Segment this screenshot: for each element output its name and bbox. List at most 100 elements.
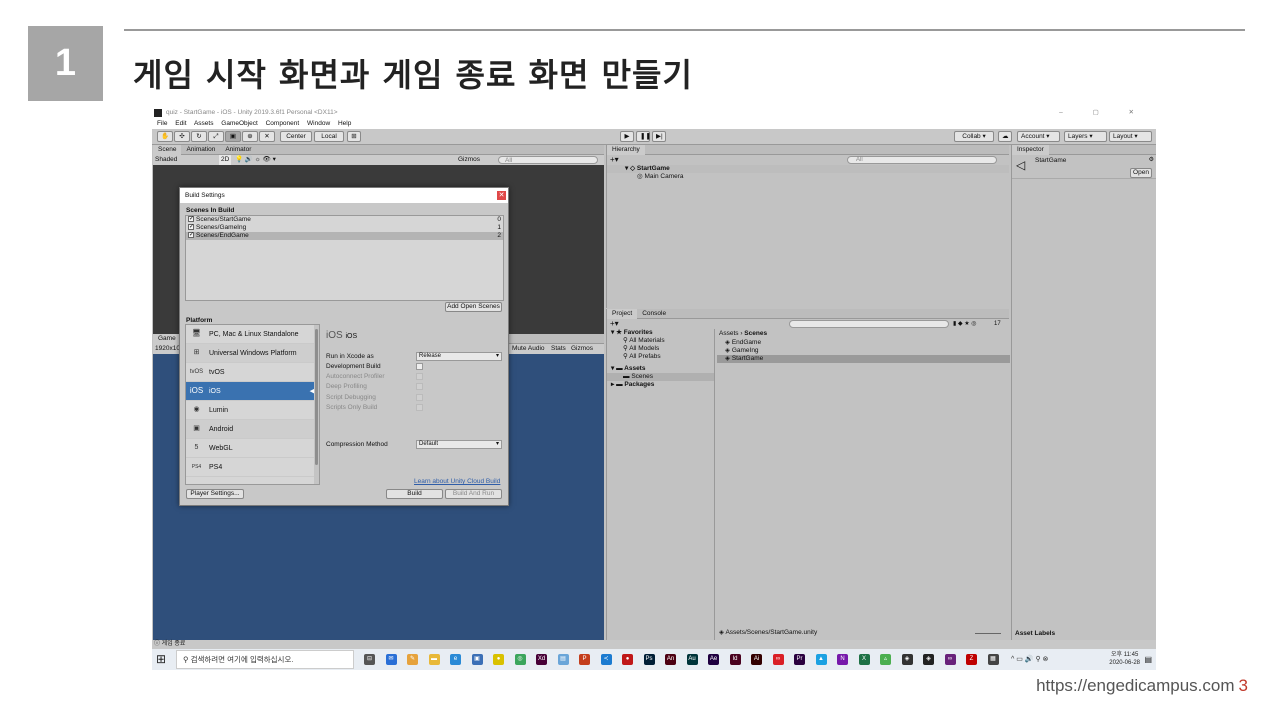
play-button-icon[interactable]: ▶: [620, 131, 634, 142]
packages-folder[interactable]: ▸ ▬ Packages: [607, 381, 714, 389]
favorites-folder[interactable]: ▾ ★ Favorites: [607, 329, 714, 337]
scene-row[interactable]: ✓ Scenes/StartGame 0: [186, 216, 503, 224]
menu-assets[interactable]: Assets: [194, 120, 214, 127]
record-icon[interactable]: ●: [622, 654, 633, 665]
custom-tool-icon[interactable]: ✕: [259, 131, 275, 142]
mode-2d-toggle[interactable]: 2D: [219, 155, 232, 165]
scene-row[interactable]: ✓ Scenes/GameIng 1: [186, 224, 503, 232]
vscode-icon[interactable]: ≺: [600, 654, 612, 665]
platform-item[interactable]: 🖥 PC, Mac & Linux Standalone: [186, 325, 319, 344]
platform-item[interactable]: ◉ Lumin: [186, 401, 319, 420]
layers-dropdown[interactable]: Layers ▾: [1064, 131, 1107, 142]
animate-icon[interactable]: An: [665, 654, 676, 665]
add-icon[interactable]: +▾: [610, 155, 619, 165]
scrollbar-thumb[interactable]: [315, 329, 318, 465]
account-dropdown[interactable]: Account ▾: [1017, 131, 1060, 142]
pivot-center-button[interactable]: Center: [280, 131, 312, 142]
platform-item[interactable]: 5 WebGL: [186, 439, 319, 458]
cloud-icon[interactable]: ☁: [998, 131, 1012, 142]
step-button-icon[interactable]: ▶|: [652, 131, 666, 142]
platform-item[interactable]: ⊞ Universal Windows Platform: [186, 344, 319, 363]
build-button[interactable]: Build: [386, 489, 443, 499]
platform-item-selected[interactable]: iOS iOS ◀: [186, 382, 319, 401]
menu-component[interactable]: Component: [266, 120, 300, 127]
tab-scene[interactable]: Scene: [153, 145, 182, 155]
layout-dropdown[interactable]: Layout ▾: [1109, 131, 1152, 142]
file-item[interactable]: ◈ GameIng: [717, 347, 1010, 355]
zoom-slider[interactable]: [975, 633, 1001, 634]
tab-project[interactable]: Project: [607, 309, 638, 319]
project-filter-icons[interactable]: ▮ ◆ ★ ◎: [953, 319, 977, 329]
rect-tool-icon[interactable]: ▣: [225, 131, 241, 142]
collab-button[interactable]: Collab ▾: [954, 131, 994, 142]
compression-method-dropdown[interactable]: Default ▾: [416, 440, 502, 449]
close-icon[interactable]: ✕: [497, 191, 506, 200]
scene-search-input[interactable]: All: [498, 156, 598, 164]
checkbox-icon[interactable]: ✓: [188, 232, 194, 239]
photoshop-icon[interactable]: Ps: [643, 654, 655, 665]
audition-icon[interactable]: Au: [686, 654, 698, 665]
hierarchy-search-input[interactable]: All: [847, 156, 997, 164]
breadcrumb-scenes[interactable]: Scenes: [744, 330, 767, 337]
kakaotalk-icon[interactable]: ●: [493, 654, 504, 665]
onenote-icon[interactable]: N: [837, 654, 848, 665]
file-item-selected[interactable]: ◈ StartGame: [717, 355, 1010, 363]
build-and-run-button[interactable]: Build And Run: [445, 489, 502, 499]
chrome-icon[interactable]: ◎: [514, 654, 526, 665]
scenes-folder[interactable]: ▬ Scenes: [607, 373, 714, 381]
scale-tool-icon[interactable]: ⤢: [208, 131, 224, 142]
snap-icon[interactable]: ⊞: [347, 131, 361, 142]
add-open-scenes-button[interactable]: Add Open Scenes: [445, 302, 502, 312]
photos-icon[interactable]: ▣: [471, 654, 483, 665]
game-gizmos-button[interactable]: Gizmos: [571, 344, 593, 354]
system-tray-icons[interactable]: ^ ▭ 🔊 ⚲ ⊗: [1011, 655, 1048, 663]
taskbar-clock[interactable]: 오후 11:45 2020-06-28: [1109, 651, 1140, 667]
mute-audio-button[interactable]: Mute Audio: [512, 344, 545, 354]
cc-icon[interactable]: ∞: [772, 654, 784, 665]
rotate-tool-icon[interactable]: ↻: [191, 131, 207, 142]
platform-item[interactable]: tvOS tvOS: [186, 363, 319, 382]
scene-toggles-icon[interactable]: 💡 🔊 ☼ 👁 ▾: [235, 155, 276, 165]
hierarchy-scene-row[interactable]: ▾ ◇ StartGame: [607, 165, 1009, 173]
window-controls[interactable]: – ▢ ✕: [1059, 107, 1148, 119]
unity-icon[interactable]: ◈: [923, 654, 934, 665]
favorite-item[interactable]: ⚲ All Materials: [607, 337, 714, 345]
move-tool-icon[interactable]: ✣: [174, 131, 190, 142]
powerpoint-icon[interactable]: P: [579, 654, 590, 665]
taskbar-search-input[interactable]: ⚲ 검색하려면 여기에 입력하십시오.: [176, 650, 354, 669]
menu-help[interactable]: Help: [338, 120, 351, 127]
gizmos-dropdown[interactable]: Gizmos: [458, 155, 480, 165]
transform-tool-icon[interactable]: ⊕: [242, 131, 258, 142]
app2-icon[interactable]: ▵: [880, 654, 891, 665]
mail-icon[interactable]: ✉: [385, 654, 397, 665]
stats-button[interactable]: Stats: [551, 344, 566, 354]
platform-item[interactable]: ▣ Android: [186, 420, 319, 439]
file-item[interactable]: ◈ EndGame: [717, 339, 1010, 347]
indesign-icon[interactable]: Id: [729, 654, 741, 665]
hand-tool-icon[interactable]: ✋: [157, 131, 173, 142]
xd-icon[interactable]: Xd: [536, 654, 547, 665]
menu-gameobject[interactable]: GameObject: [221, 120, 258, 127]
pause-button-icon[interactable]: ❚❚: [636, 131, 651, 142]
ie-icon[interactable]: e: [450, 654, 461, 665]
open-button[interactable]: Open: [1130, 168, 1152, 178]
notepad-icon[interactable]: ▤: [557, 654, 569, 665]
project-add-icon[interactable]: +▾: [610, 319, 619, 329]
shading-dropdown[interactable]: Shaded: [155, 156, 177, 163]
paint-icon[interactable]: ✎: [407, 654, 418, 665]
task-view-icon[interactable]: ⊟: [364, 654, 375, 665]
tab-animator[interactable]: Animator: [220, 145, 256, 155]
asset-labels[interactable]: Asset Labels: [1015, 630, 1055, 638]
tab-console[interactable]: Console: [637, 309, 671, 319]
tab-game[interactable]: Game: [153, 334, 181, 344]
checkbox-icon[interactable]: ✓: [188, 216, 194, 223]
calculator-icon[interactable]: ▦: [987, 654, 999, 665]
visual-studio-icon[interactable]: ∞: [944, 654, 956, 665]
aftereffects-icon[interactable]: Ae: [708, 654, 719, 665]
favorite-item[interactable]: ⚲ All Prefabs: [607, 353, 714, 361]
settings-icon[interactable]: ⚙: [1149, 156, 1154, 163]
menu-window[interactable]: Window: [307, 120, 330, 127]
illustrator-icon[interactable]: Ai: [751, 654, 762, 665]
player-settings-button[interactable]: Player Settings...: [186, 489, 244, 499]
cloud-build-link[interactable]: Learn about Unity Cloud Build: [414, 478, 500, 486]
